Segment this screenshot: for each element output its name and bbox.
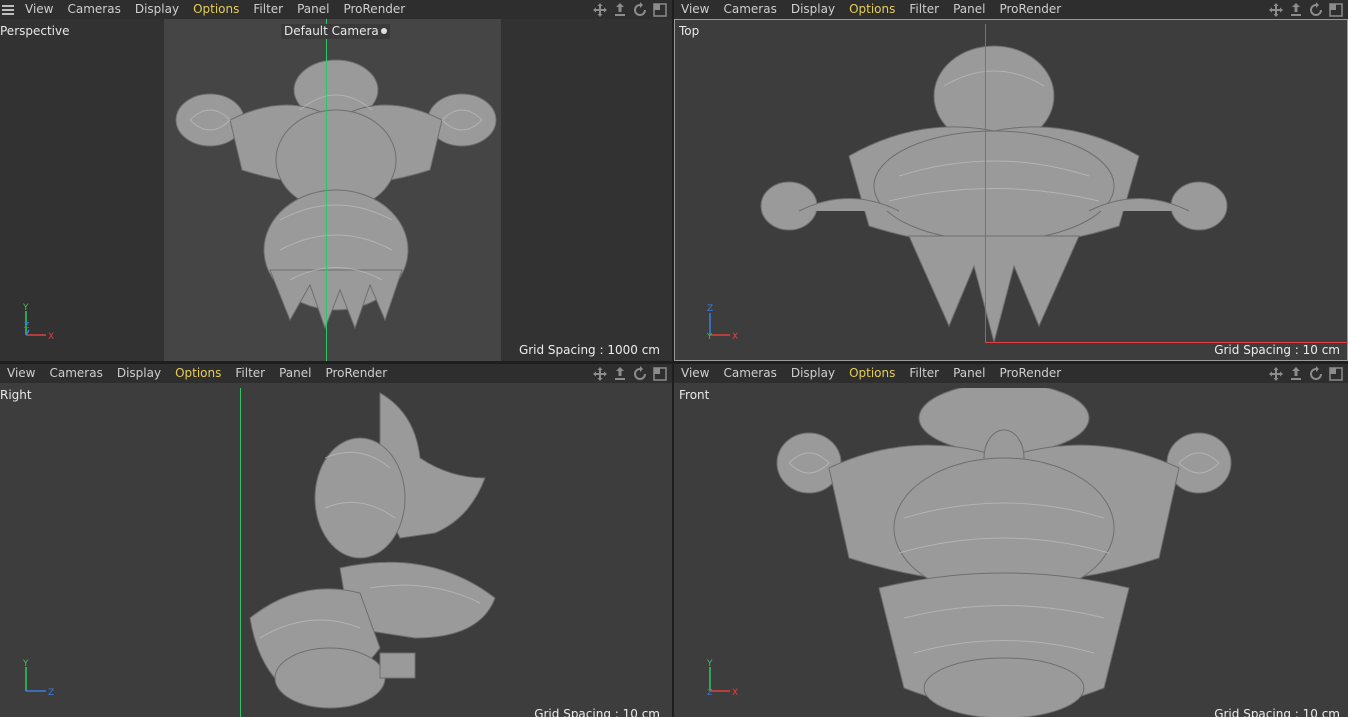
menu-view[interactable]: View bbox=[18, 0, 60, 19]
camera-dot-icon bbox=[380, 28, 387, 34]
maximize-icon[interactable] bbox=[1328, 2, 1344, 18]
viewport-perspective[interactable]: View Cameras Display Options Filter Pane… bbox=[0, 0, 672, 361]
viewport-top[interactable]: View Cameras Display Options Filter Pane… bbox=[674, 0, 1348, 361]
y-axis-line bbox=[240, 388, 241, 717]
menu-prorender[interactable]: ProRender bbox=[336, 0, 412, 19]
move-icon[interactable] bbox=[1268, 2, 1284, 18]
menu-options[interactable]: Options bbox=[186, 0, 246, 19]
rotate-icon[interactable] bbox=[1308, 365, 1324, 382]
menu-options[interactable]: Options bbox=[842, 364, 902, 383]
nav-icons bbox=[592, 365, 672, 382]
dolly-icon[interactable] bbox=[1288, 2, 1304, 18]
menubar-perspective: View Cameras Display Options Filter Pane… bbox=[0, 0, 672, 19]
menu-view[interactable]: View bbox=[0, 364, 42, 383]
menu-options[interactable]: Options bbox=[842, 0, 902, 19]
menubar-right: View Cameras Display Options Filter Pane… bbox=[0, 364, 672, 383]
maximize-icon[interactable] bbox=[652, 2, 668, 18]
menu-prorender[interactable]: ProRender bbox=[992, 0, 1068, 19]
safe-frame-right bbox=[501, 19, 672, 361]
menu-options[interactable]: Options bbox=[168, 364, 228, 383]
model-top[interactable] bbox=[759, 36, 1229, 342]
axis-x-label: X bbox=[48, 332, 54, 342]
camera-label[interactable]: Default Camera bbox=[281, 24, 390, 39]
axis-z-label: Z bbox=[707, 688, 713, 697]
maximize-icon[interactable] bbox=[1328, 366, 1344, 382]
axis-z-label: Z bbox=[707, 304, 713, 314]
menu-cameras[interactable]: Cameras bbox=[60, 0, 127, 19]
model-perspective[interactable] bbox=[170, 50, 502, 330]
nav-icons bbox=[1268, 365, 1348, 382]
menu-filter[interactable]: Filter bbox=[246, 0, 290, 19]
menu-cameras[interactable]: Cameras bbox=[716, 364, 783, 383]
axis-gizmo: Z Y X bbox=[702, 299, 746, 343]
axis-y-label: Y bbox=[22, 303, 29, 313]
menu-cameras[interactable]: Cameras bbox=[716, 0, 783, 19]
axis-x-label: X bbox=[732, 332, 738, 342]
menubar-top: View Cameras Display Options Filter Pane… bbox=[674, 0, 1348, 19]
axis-gizmo: Y Z bbox=[18, 655, 62, 699]
viewport-label: Front bbox=[679, 388, 710, 402]
menu-panel[interactable]: Panel bbox=[290, 0, 336, 19]
rotate-icon[interactable] bbox=[632, 365, 648, 382]
model-right[interactable] bbox=[240, 388, 502, 717]
grid-spacing: Grid Spacing : 10 cm bbox=[1214, 343, 1340, 357]
z-axis-line bbox=[985, 24, 986, 342]
rotate-icon[interactable] bbox=[1308, 1, 1324, 18]
axis-y-label: Y bbox=[706, 332, 712, 341]
menu-filter[interactable]: Filter bbox=[228, 364, 272, 383]
menu-display[interactable]: Display bbox=[784, 364, 842, 383]
menu-filter[interactable]: Filter bbox=[902, 0, 946, 19]
dolly-icon[interactable] bbox=[612, 366, 628, 382]
axis-z-label: Z bbox=[48, 688, 54, 698]
viewport-right[interactable]: View Cameras Display Options Filter Pane… bbox=[0, 364, 672, 717]
axis-y-label: Y bbox=[22, 659, 29, 669]
grid-spacing: Grid Spacing : 1000 cm bbox=[518, 343, 660, 357]
menu-display[interactable]: Display bbox=[128, 0, 186, 19]
menu-panel[interactable]: Panel bbox=[946, 0, 992, 19]
move-icon[interactable] bbox=[1268, 366, 1284, 382]
axis-x-label: X bbox=[732, 688, 738, 698]
nav-icons bbox=[1268, 1, 1348, 18]
viewport-front[interactable]: View Cameras Display Options Filter Pane… bbox=[674, 364, 1348, 717]
axis-gizmo: Y Z X bbox=[18, 299, 62, 343]
viewport-label: Right bbox=[0, 388, 32, 402]
dolly-icon[interactable] bbox=[612, 2, 628, 18]
grid-spacing: Grid Spacing : 10 cm bbox=[534, 707, 660, 717]
menu-filter[interactable]: Filter bbox=[902, 364, 946, 383]
rotate-icon[interactable] bbox=[632, 1, 648, 18]
axis-y-label: Y bbox=[706, 659, 713, 669]
viewport-label: Top bbox=[679, 24, 700, 38]
axis-z-label: Z bbox=[24, 321, 30, 330]
menu-prorender[interactable]: ProRender bbox=[318, 364, 394, 383]
move-icon[interactable] bbox=[592, 366, 608, 382]
move-icon[interactable] bbox=[592, 2, 608, 18]
menu-display[interactable]: Display bbox=[110, 364, 168, 383]
maximize-icon[interactable] bbox=[652, 366, 668, 382]
menu-view[interactable]: View bbox=[674, 0, 716, 19]
y-axis-line bbox=[326, 19, 327, 361]
grid-spacing: Grid Spacing : 10 cm bbox=[1214, 707, 1340, 717]
menu-view[interactable]: View bbox=[674, 364, 716, 383]
menubar-front: View Cameras Display Options Filter Pane… bbox=[674, 364, 1348, 383]
menu-icon[interactable] bbox=[2, 4, 14, 15]
menu-panel[interactable]: Panel bbox=[272, 364, 318, 383]
menu-display[interactable]: Display bbox=[784, 0, 842, 19]
menu-prorender[interactable]: ProRender bbox=[992, 364, 1068, 383]
menu-panel[interactable]: Panel bbox=[946, 364, 992, 383]
nav-icons bbox=[592, 1, 672, 18]
axis-gizmo: Y Z X bbox=[702, 655, 746, 699]
viewport-label: Perspective bbox=[0, 24, 70, 38]
camera-name: Default Camera bbox=[284, 24, 379, 38]
menu-cameras[interactable]: Cameras bbox=[42, 364, 109, 383]
model-front[interactable] bbox=[774, 388, 1234, 717]
dolly-icon[interactable] bbox=[1288, 366, 1304, 382]
